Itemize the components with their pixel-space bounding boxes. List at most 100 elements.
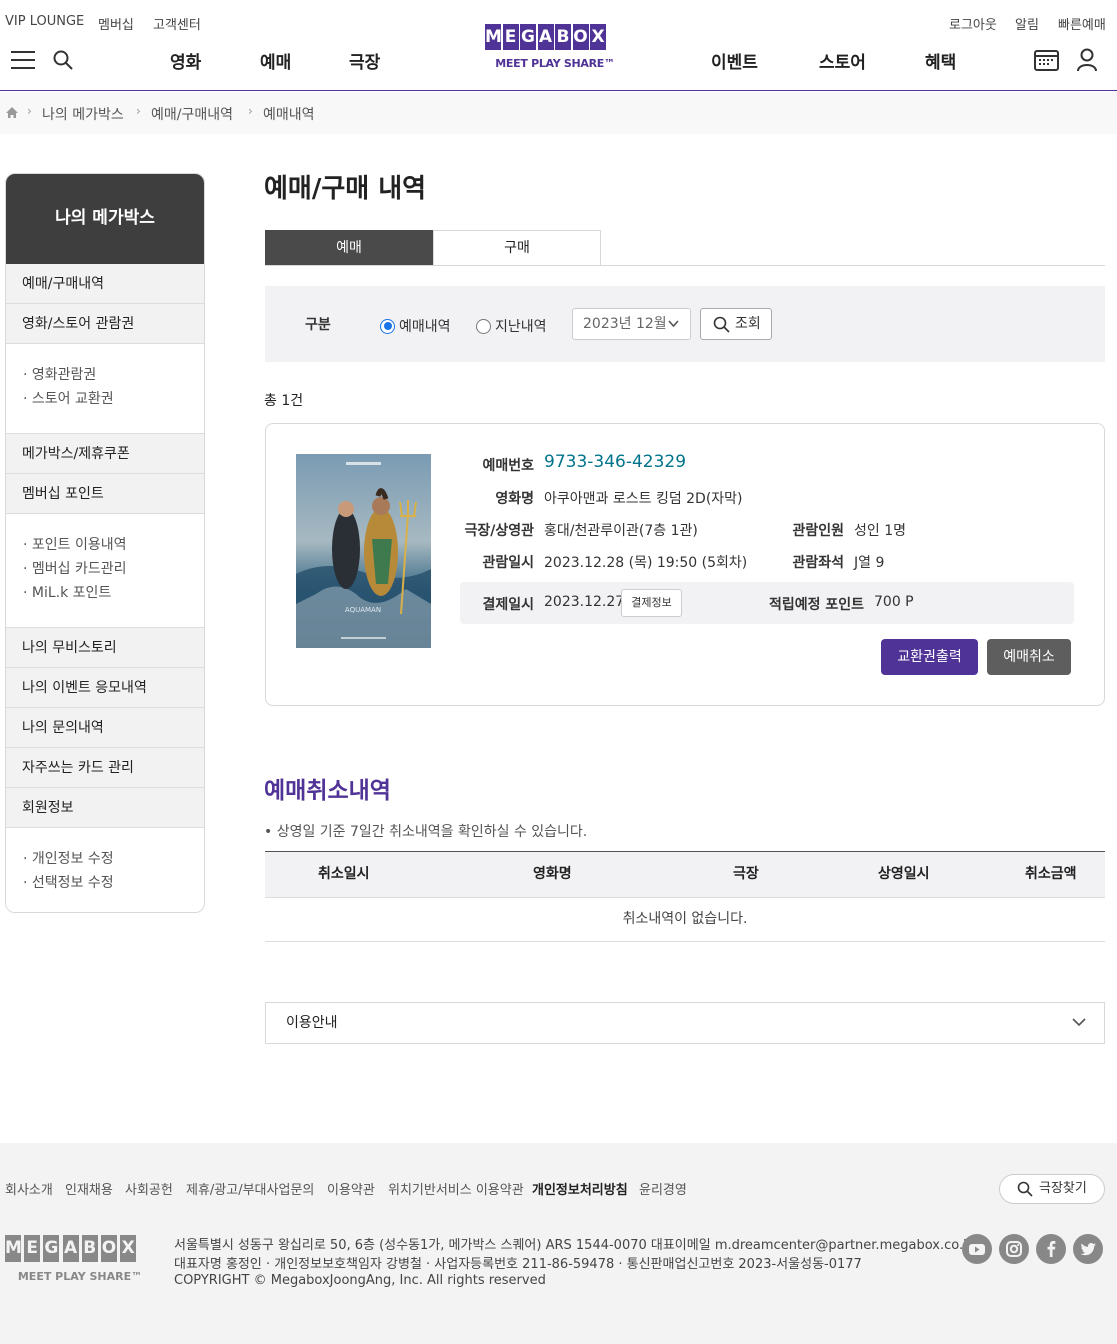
nav-benefit[interactable]: 혜택 [925, 48, 956, 73]
month-select[interactable]: 2023년 12월 [572, 308, 691, 340]
footer-logo-tagline: MEET PLAY SHARE™ [17, 1270, 143, 1283]
sidebar-subitem-store-voucher[interactable]: · 스토어 교환권 [23, 387, 204, 411]
find-theater-button[interactable]: 극장찾기 [999, 1174, 1105, 1204]
show-date-label: 관람일시 [482, 555, 534, 571]
cancel-table-empty: 취소내역이 없습니다. [265, 898, 1105, 942]
booking-number-label: 예매번호 [482, 458, 534, 474]
poster-title: AQUAMAN [345, 606, 381, 614]
footer-logo: M E G A B O X [5, 1235, 139, 1262]
sidebar-subitem-point-history[interactable]: · 포인트 이용내역 [23, 533, 204, 557]
footer-link-terms[interactable]: 이용약관 [327, 1179, 375, 1198]
footer-link-location-terms[interactable]: 위치기반서비스 이용약관 [388, 1179, 524, 1198]
footer-copyright: COPYRIGHT © MegaboxJoongAng, Inc. All ri… [174, 1273, 546, 1288]
point-value: 700 P [874, 594, 914, 610]
sidebar-item-points[interactable]: 멤버십 포인트 [6, 474, 204, 514]
footer-link-privacy[interactable]: 개인정보처리방침 [532, 1179, 628, 1198]
quick-booking-link[interactable]: 빠른예매 [1058, 14, 1106, 33]
nav-store[interactable]: 스토어 [819, 48, 866, 73]
home-icon[interactable] [5, 106, 19, 119]
logout-link[interactable]: 로그아웃 [949, 14, 997, 33]
megabox-logo[interactable]: M E G A B O X [485, 24, 608, 50]
sidebar-subitem-edit-info[interactable]: · 개인정보 수정 [23, 847, 204, 871]
nav-theater[interactable]: 극장 [349, 48, 380, 73]
sidebar-item-booking[interactable]: 예매/구매내역 [6, 264, 204, 304]
footer-link-company[interactable]: 회사소개 [5, 1179, 53, 1198]
radio-past-label: 지난내역 [495, 319, 547, 335]
membership-link[interactable]: 멤버십 [98, 14, 134, 33]
column-cancel-amount: 취소금액 [1025, 866, 1077, 882]
customer-center-link[interactable]: 고객센터 [153, 14, 201, 33]
seat-number: J열 9 [854, 555, 885, 571]
footer-link-careers[interactable]: 인재채용 [65, 1179, 113, 1198]
seat-label: 관람좌석 [792, 555, 844, 571]
instagram-icon[interactable] [999, 1234, 1029, 1264]
sidebar-item-moviestory[interactable]: 나의 무비스토리 [6, 628, 204, 668]
sidebar-subitem-milk-point[interactable]: · MiL.k 포인트 [23, 581, 204, 605]
breadcrumb-booking-list[interactable]: 예매내역 [263, 104, 315, 124]
chevron-down-icon [1072, 1018, 1086, 1027]
search-icon[interactable] [53, 50, 73, 70]
tab-booking[interactable]: 예매 [265, 230, 433, 266]
menu-icon[interactable] [11, 51, 36, 70]
twitter-icon[interactable] [1073, 1234, 1103, 1264]
sidebar-item-member-info[interactable]: 회원정보 [6, 788, 204, 828]
nav-movie[interactable]: 영화 [170, 48, 201, 73]
chevron-down-icon [668, 320, 679, 328]
search-button[interactable]: 조회 [700, 308, 772, 340]
sidebar-item-card[interactable]: 자주쓰는 카드 관리 [6, 748, 204, 788]
sidebar-subitem-edit-option[interactable]: · 선택정보 수정 [23, 871, 204, 895]
vip-lounge-link[interactable]: VIP LOUNGE [5, 14, 84, 29]
radio-past-bookings[interactable]: 지난내역 [476, 316, 547, 336]
calendar-icon[interactable] [1034, 49, 1059, 71]
breadcrumb-booking-history[interactable]: 예매/구매내역 [151, 104, 233, 124]
footer-link-ethics[interactable]: 윤리경영 [639, 1179, 687, 1198]
nav-event[interactable]: 이벤트 [711, 48, 758, 73]
logo-letter: G [520, 24, 536, 50]
radio-current-bookings[interactable]: 예매내역 [380, 316, 451, 336]
payment-date-label: 결제일시 [482, 597, 534, 613]
sidebar-item-tickets[interactable]: 영화/스토어 관람권 [6, 304, 204, 344]
footer-address: 서울특별시 성동구 왕십리로 50, 6층 (성수동1가, 메가박스 스퀘어) … [174, 1238, 976, 1253]
sidebar-item-event-history[interactable]: 나의 이벤트 응모내역 [6, 668, 204, 708]
total-count: 총 1건 [264, 393, 304, 409]
logo-letter: M [5, 1235, 22, 1262]
footer-company-info: 대표자명 홍정인 · 개인정보보호책임자 강병철 · 사업자등록번호 211-8… [174, 1257, 862, 1272]
footer-link-social[interactable]: 사회공헌 [125, 1179, 173, 1198]
cancel-booking-button[interactable]: 예매취소 [987, 639, 1071, 675]
breadcrumb-my-megabox[interactable]: 나의 메가박스 [42, 104, 124, 124]
column-theater: 극장 [733, 866, 759, 882]
sidebar-item-coupon[interactable]: 메가박스/제휴쿠폰 [6, 434, 204, 474]
user-icon[interactable] [1076, 48, 1098, 72]
logo-letter: A [62, 1235, 79, 1262]
movie-poster[interactable]: AQUAMAN [296, 454, 431, 648]
people-label: 관람인원 [792, 523, 844, 539]
find-theater-label: 극장찾기 [1039, 1181, 1087, 1196]
logo-letter: X [120, 1235, 137, 1262]
cancel-history-title: 예매취소내역 [264, 778, 391, 804]
sidebar-title[interactable]: 나의 메가박스 [6, 174, 204, 264]
logo-letter: E [24, 1235, 41, 1262]
sidebar-subitem-card-manage[interactable]: · 멤버십 카드관리 [23, 557, 204, 581]
radio-current-label: 예매내역 [399, 319, 451, 335]
sidebar-subitem-movie-ticket[interactable]: · 영화관람권 [23, 363, 204, 387]
tab-purchase[interactable]: 구매 [433, 230, 601, 266]
point-label: 적립예정 포인트 [768, 597, 864, 613]
column-movie: 영화명 [533, 866, 572, 882]
search-button-label: 조회 [735, 316, 761, 332]
cancel-table-header [265, 851, 1105, 898]
facebook-icon[interactable] [1036, 1234, 1066, 1264]
payment-info-button[interactable]: 결제정보 [621, 589, 682, 617]
notification-link[interactable]: 알림 [1015, 14, 1039, 33]
footer-link-partnership[interactable]: 제휴/광고/부대사업문의 [186, 1179, 314, 1198]
cancel-history-note: • 상영일 기준 7일간 취소내역을 확인하실 수 있습니다. [264, 824, 588, 840]
logo-letter: B [555, 24, 571, 50]
chevron-right-icon: › [27, 104, 32, 118]
print-ticket-button[interactable]: 교환권출력 [881, 639, 978, 675]
nav-booking[interactable]: 예매 [260, 48, 291, 73]
radio-unchecked-icon [476, 318, 491, 334]
logo-letter: O [100, 1235, 117, 1262]
usage-guide-accordion[interactable]: 이용안내 [265, 1002, 1105, 1044]
youtube-icon[interactable] [962, 1234, 992, 1264]
column-cancel-date: 취소일시 [318, 866, 370, 882]
sidebar-item-inquiry[interactable]: 나의 문의내역 [6, 708, 204, 748]
